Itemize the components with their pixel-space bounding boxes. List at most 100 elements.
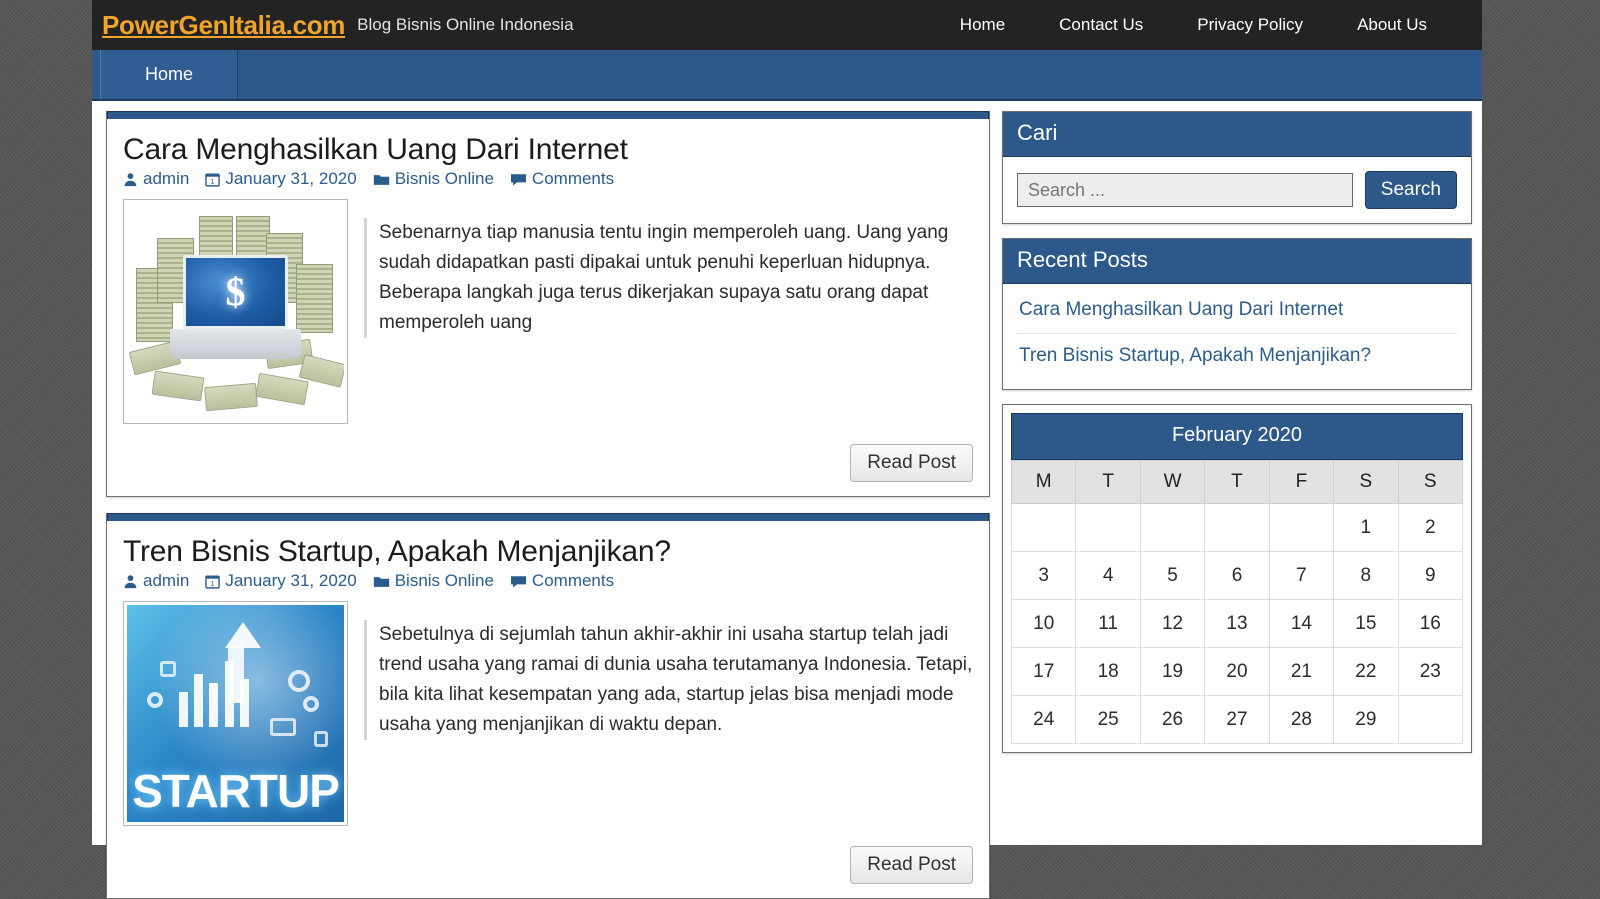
topnav-item-about-us[interactable]: About Us (1330, 15, 1454, 35)
calendar-day: 25 (1075, 695, 1141, 744)
calendar-day (1397, 695, 1464, 744)
post-category[interactable]: Bisnis Online (373, 169, 494, 189)
post-comments-label: Comments (531, 169, 615, 188)
calendar-day: 14 (1268, 599, 1335, 648)
post-author[interactable]: admin (123, 571, 189, 591)
post-author-label: admin (143, 169, 190, 188)
search-widget: Cari Search (1002, 111, 1472, 224)
calendar-week-row: 17 18 19 20 21 22 23 (1010, 647, 1464, 696)
page-container: PowerGenItalia.com Blog Bisnis Online In… (92, 0, 1482, 899)
calendar-day: 17 (1010, 647, 1077, 696)
calendar-weekday: S (1397, 460, 1464, 504)
calendar-day: 12 (1139, 599, 1206, 648)
post-excerpt: Sebenarnya tiap manusia tentu ingin memp… (364, 218, 973, 338)
post-comments[interactable]: Comments (510, 169, 614, 189)
sidebar-column: Cari Search Recent Posts Cara Menghasilk… (1002, 111, 1472, 845)
post-category-label: Bisnis Online (394, 169, 494, 188)
recent-posts-widget: Recent Posts Cara Menghasilkan Uang Dari… (1002, 238, 1472, 390)
calendar-day: 6 (1204, 551, 1270, 600)
recent-posts-list: Cara Menghasilkan Uang Dari Internet Tre… (1017, 288, 1457, 379)
topnav-item-privacy-policy[interactable]: Privacy Policy (1170, 15, 1330, 35)
calendar-day: 11 (1075, 599, 1141, 648)
main-content-column: Cara Menghasilkan Uang Dari Internet adm… (106, 111, 990, 899)
topnav-item-contact-us[interactable]: Contact Us (1032, 15, 1170, 35)
calendar-week-row: 1 2 (1010, 503, 1464, 552)
list-item: Tren Bisnis Startup, Apakah Menjanjikan? (1017, 334, 1457, 379)
calendar-day: 4 (1075, 551, 1141, 600)
svg-text:1: 1 (211, 580, 215, 587)
search-input[interactable] (1017, 173, 1353, 207)
folder-icon (373, 576, 389, 587)
startup-illustration: STARTUP (127, 605, 344, 822)
search-button[interactable]: Search (1364, 171, 1457, 209)
calendar-day: 5 (1139, 551, 1206, 600)
calendar-day: 24 (1010, 695, 1077, 744)
calendar-day: 18 (1075, 647, 1141, 696)
calendar-day (1139, 503, 1206, 552)
folder-icon (373, 174, 389, 185)
secondary-menu-bar: Home (92, 50, 1482, 101)
post-date-label: January 31, 2020 (225, 169, 357, 188)
post-meta: admin 1 January 31, 2020 Bisnis Online C… (123, 169, 973, 189)
post-title[interactable]: Cara Menghasilkan Uang Dari Internet (123, 133, 973, 167)
post-author[interactable]: admin (123, 169, 189, 189)
post-thumbnail[interactable]: $ (123, 199, 348, 424)
site-tagline: Blog Bisnis Online Indonesia (357, 15, 574, 34)
calendar-table: February 2020 M T W T F S S 1 2 3 4 5 6 … (1010, 413, 1464, 744)
calendar-icon: 1 (205, 575, 221, 589)
calendar-weekday: M (1010, 460, 1077, 504)
calendar-weekday: S (1333, 460, 1399, 504)
calendar-day: 19 (1139, 647, 1206, 696)
post-meta: admin 1 January 31, 2020 Bisnis Online C… (123, 571, 973, 591)
calendar-week-row: 24 25 26 27 28 29 (1010, 695, 1464, 744)
post-date[interactable]: 1 January 31, 2020 (205, 169, 357, 189)
post-date[interactable]: 1 January 31, 2020 (205, 571, 357, 591)
menu-item-home[interactable]: Home (100, 50, 239, 99)
topnav-item-home[interactable]: Home (933, 15, 1032, 35)
post-author-label: admin (143, 571, 190, 590)
site-brand-link[interactable]: PowerGenItalia.com (102, 10, 345, 41)
calendar-day: 1 (1333, 503, 1399, 552)
post-accent-bar (107, 513, 989, 521)
post-category[interactable]: Bisnis Online (373, 571, 494, 591)
recent-post-link[interactable]: Tren Bisnis Startup, Apakah Menjanjikan? (1017, 334, 1457, 379)
calendar-day (1075, 503, 1141, 552)
calendar-weekday: W (1139, 460, 1206, 504)
calendar-day: 26 (1139, 695, 1206, 744)
site-masthead: PowerGenItalia.com Blog Bisnis Online In… (92, 0, 1482, 50)
calendar-day: 21 (1268, 647, 1335, 696)
calendar-day: 8 (1333, 551, 1399, 600)
startup-wordmark: STARTUP (132, 764, 340, 817)
calendar-day: 3 (1010, 551, 1077, 600)
content-columns: Cara Menghasilkan Uang Dari Internet adm… (92, 101, 1482, 899)
dollar-sign: $ (225, 269, 246, 315)
post-title[interactable]: Tren Bisnis Startup, Apakah Menjanjikan? (123, 535, 973, 569)
calendar-caption: February 2020 (1011, 413, 1463, 460)
calendar-day: 2 (1397, 503, 1464, 552)
calendar-weekday: T (1204, 460, 1270, 504)
post-date-label: January 31, 2020 (225, 571, 357, 590)
read-post-button[interactable]: Read Post (850, 846, 973, 884)
recent-posts-widget-title: Recent Posts (1003, 239, 1471, 284)
calendar-day (1268, 503, 1335, 552)
comment-bubble-icon (510, 575, 526, 587)
user-icon (124, 574, 137, 588)
search-widget-title: Cari (1003, 112, 1471, 157)
calendar-day: 10 (1010, 599, 1077, 648)
calendar-icon: 1 (205, 173, 221, 187)
calendar-day: 29 (1333, 695, 1399, 744)
calendar-day (1204, 503, 1270, 552)
post-comments-label: Comments (531, 571, 615, 590)
calendar-day: 9 (1397, 551, 1464, 600)
post-card: Cara Menghasilkan Uang Dari Internet adm… (106, 111, 990, 497)
primary-navigation: Home Contact Us Privacy Policy About Us (933, 0, 1482, 50)
post-comments[interactable]: Comments (510, 571, 614, 591)
recent-post-link[interactable]: Cara Menghasilkan Uang Dari Internet (1017, 288, 1457, 333)
post-category-label: Bisnis Online (394, 571, 494, 590)
money-laptop-illustration: $ (127, 203, 344, 420)
calendar-weekday-row: M T W T F S S (1010, 460, 1464, 504)
post-thumbnail[interactable]: STARTUP (123, 601, 348, 826)
read-post-button[interactable]: Read Post (850, 444, 973, 482)
calendar-day: 27 (1204, 695, 1270, 744)
comment-bubble-icon (510, 173, 526, 185)
